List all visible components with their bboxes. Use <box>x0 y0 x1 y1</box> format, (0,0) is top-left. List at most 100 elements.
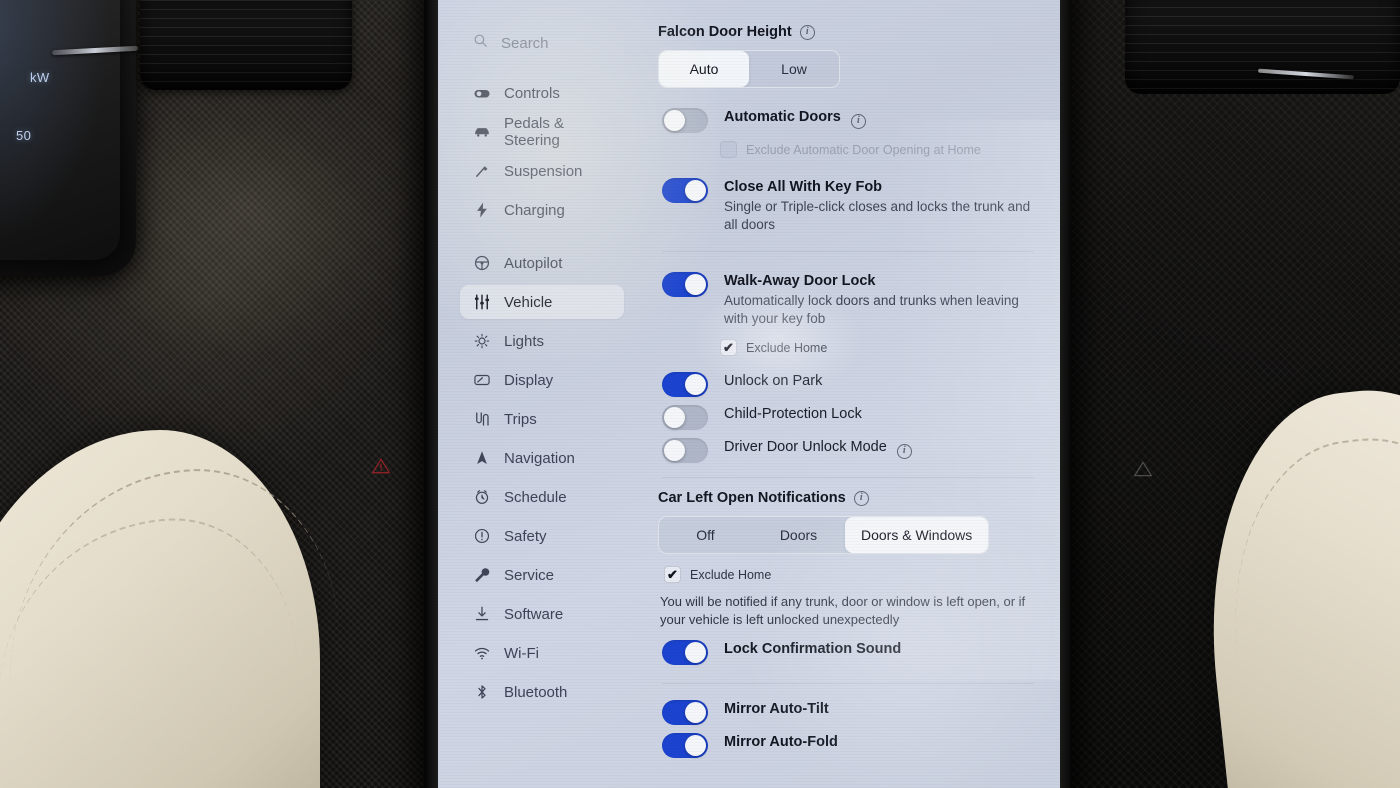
sidebar-item-label: Display <box>504 371 554 389</box>
walk-away-exclude-home-checkbox[interactable]: ✔ <box>720 339 737 357</box>
close-all-with-key-fob-toggle[interactable] <box>662 178 708 204</box>
lock-confirmation-sound-toggle[interactable] <box>662 640 708 666</box>
sidebar-item-vehicle[interactable]: Vehicle <box>460 285 624 319</box>
sidebar-item-label: Schedule <box>504 488 567 506</box>
driver-door-unlock-mode-label: Driver Door Unlock Mode <box>724 439 887 456</box>
child-protection-lock-row: Child-Protection Lock <box>658 401 1034 434</box>
automatic-doors-label: Automatic Doors <box>724 109 841 126</box>
unlock-on-park-text: Unlock on Park <box>724 372 822 389</box>
sidebar-item-controls[interactable]: Controls <box>460 76 624 110</box>
hazard-light-button-left[interactable] <box>366 452 396 480</box>
sidebar-item-bluetooth[interactable]: Bluetooth <box>460 675 624 709</box>
sidebar-item-label: Controls <box>504 84 560 102</box>
hazard-triangle-icon-right <box>1133 461 1153 477</box>
mirror-auto-fold-toggle[interactable] <box>662 733 708 759</box>
sidebar-item-navigation[interactable]: Navigation <box>460 441 624 475</box>
mirror-auto-tilt-toggle[interactable] <box>662 700 708 726</box>
toggle-knob <box>685 702 706 724</box>
segment-option-low[interactable]: Low <box>749 51 839 87</box>
info-icon[interactable]: i <box>853 490 869 506</box>
sidebar-item-service[interactable]: Service <box>460 558 624 592</box>
unlock-on-park-row: Unlock on Park <box>658 368 1034 401</box>
child-protection-lock-toggle[interactable] <box>662 405 708 431</box>
info-icon[interactable]: i <box>850 113 866 129</box>
shock-absorber-icon <box>472 162 491 181</box>
sidebar-item-label: Software <box>504 605 564 623</box>
route-icon <box>472 410 491 429</box>
toggle-knob <box>664 110 685 132</box>
mirror-auto-tilt-row: Mirror Auto-Tilt <box>658 696 1034 729</box>
car-left-open-notifications-segmented-control[interactable]: Off Doors Doors & Windows <box>658 516 990 555</box>
notifications-exclude-home-checkbox[interactable]: ✔ <box>664 566 681 584</box>
walk-away-door-lock-title: Walk-Away Door Lock <box>724 273 876 290</box>
sidebar-item-display[interactable]: Display <box>460 363 624 397</box>
car-icon <box>472 123 491 142</box>
segment-option-off[interactable]: Off <box>659 517 752 553</box>
walk-away-door-lock-description: Automatically lock doors and trunks when… <box>724 293 1019 326</box>
sidebar-item-label: Service <box>504 566 555 584</box>
sidebar-item-label: Pedals & Steering <box>504 115 565 149</box>
exclude-automatic-door-opening-row[interactable]: Exclude Automatic Door Opening at Home <box>716 137 1034 162</box>
lock-confirmation-sound-title: Lock Confirmation Sound <box>724 641 902 658</box>
segment-option-doors-and-windows[interactable]: Doors & Windows <box>845 517 989 554</box>
driver-door-unlock-mode-row: Driver Door Unlock Mode i <box>658 434 1034 467</box>
automatic-doors-text: Automatic Doors i <box>724 108 866 129</box>
segment-option-doors[interactable]: Doors <box>752 517 845 553</box>
touchscreen: Search Controls Pedals & Steering Suspen… <box>438 0 1060 788</box>
exclude-automatic-door-opening-label: Exclude Automatic Door Opening at Home <box>746 142 981 157</box>
cluster-power-unit: kW <box>30 70 50 85</box>
bezel-left-edge <box>424 0 438 788</box>
toggle-knob <box>685 735 706 757</box>
mirror-auto-fold-title: Mirror Auto-Fold <box>724 734 838 751</box>
exclude-automatic-door-opening-checkbox[interactable] <box>720 141 737 159</box>
sidebar-item-pedals-and-steering[interactable]: Pedals & Steering <box>460 115 624 149</box>
lock-confirmation-sound-text: Lock Confirmation Sound <box>724 640 901 657</box>
sidebar-item-charging[interactable]: Charging <box>460 193 624 227</box>
search-placeholder: Search <box>501 34 549 52</box>
sidebar-item-software[interactable]: Software <box>460 597 624 631</box>
wrench-icon <box>472 566 491 585</box>
mirror-auto-fold-text: Mirror Auto-Fold <box>724 733 838 750</box>
sidebar-item-label: Autopilot <box>504 254 563 272</box>
toggle-knob <box>664 407 685 429</box>
falcon-door-height-segmented-control[interactable]: Auto Low <box>658 50 840 89</box>
sidebar-item-suspension[interactable]: Suspension <box>460 154 624 188</box>
mirror-auto-fold-row: Mirror Auto-Fold <box>658 729 1034 762</box>
close-all-with-key-fob-text: Close All With Key Fob Single or Triple-… <box>724 178 1034 233</box>
close-all-with-key-fob-title: Close All With Key Fob <box>724 179 883 196</box>
info-icon[interactable]: i <box>896 443 912 459</box>
sidebar-item-trips[interactable]: Trips <box>460 402 624 436</box>
left-air-vent <box>140 0 352 90</box>
walk-away-door-lock-toggle[interactable] <box>662 272 708 298</box>
automatic-doors-row: Automatic Doors i <box>658 104 1034 137</box>
mirror-auto-tilt-text: Mirror Auto-Tilt <box>724 700 829 717</box>
hazard-light-button-right[interactable] <box>1128 455 1158 483</box>
driver-door-unlock-mode-title: Driver Door Unlock Mode i <box>724 439 912 459</box>
sidebar-item-wifi[interactable]: Wi-Fi <box>460 636 624 670</box>
walk-away-door-lock-text: Walk-Away Door Lock Automatically lock d… <box>724 272 1034 327</box>
sidebar-group-divider <box>438 232 634 241</box>
clock-icon <box>472 488 491 507</box>
automatic-doors-toggle[interactable] <box>662 108 708 134</box>
segment-option-auto[interactable]: Auto <box>659 51 749 88</box>
notifications-exclude-home-label: Exclude Home <box>690 567 772 582</box>
car-left-open-notifications-helper-text: You will be notified if any trunk, door … <box>660 594 1026 627</box>
driver-door-unlock-mode-toggle[interactable] <box>662 438 708 464</box>
sidebar-item-schedule[interactable]: Schedule <box>460 480 624 514</box>
instrument-cluster-display: kW 50 <box>0 0 120 260</box>
unlock-on-park-toggle[interactable] <box>662 372 708 398</box>
info-icon[interactable]: i <box>799 24 815 40</box>
sidebar-item-safety[interactable]: Safety <box>460 519 624 553</box>
sidebar-item-lights[interactable]: Lights <box>460 324 624 358</box>
navigation-arrow-icon <box>472 449 491 468</box>
sidebar-item-autopilot[interactable]: Autopilot <box>460 246 624 280</box>
section-divider <box>662 251 1034 253</box>
toggle-knob <box>685 374 706 396</box>
search-input[interactable]: Search <box>438 26 634 60</box>
photo-of-tesla-touchscreen: kW 50 Search Controls Pedals & Steering … <box>0 0 1400 788</box>
notifications-exclude-home-row[interactable]: ✔ Exclude Home <box>660 562 1034 587</box>
walk-away-exclude-home-row[interactable]: ✔ Exclude Home <box>716 335 1034 360</box>
sidebar-item-label: Trips <box>504 410 537 428</box>
